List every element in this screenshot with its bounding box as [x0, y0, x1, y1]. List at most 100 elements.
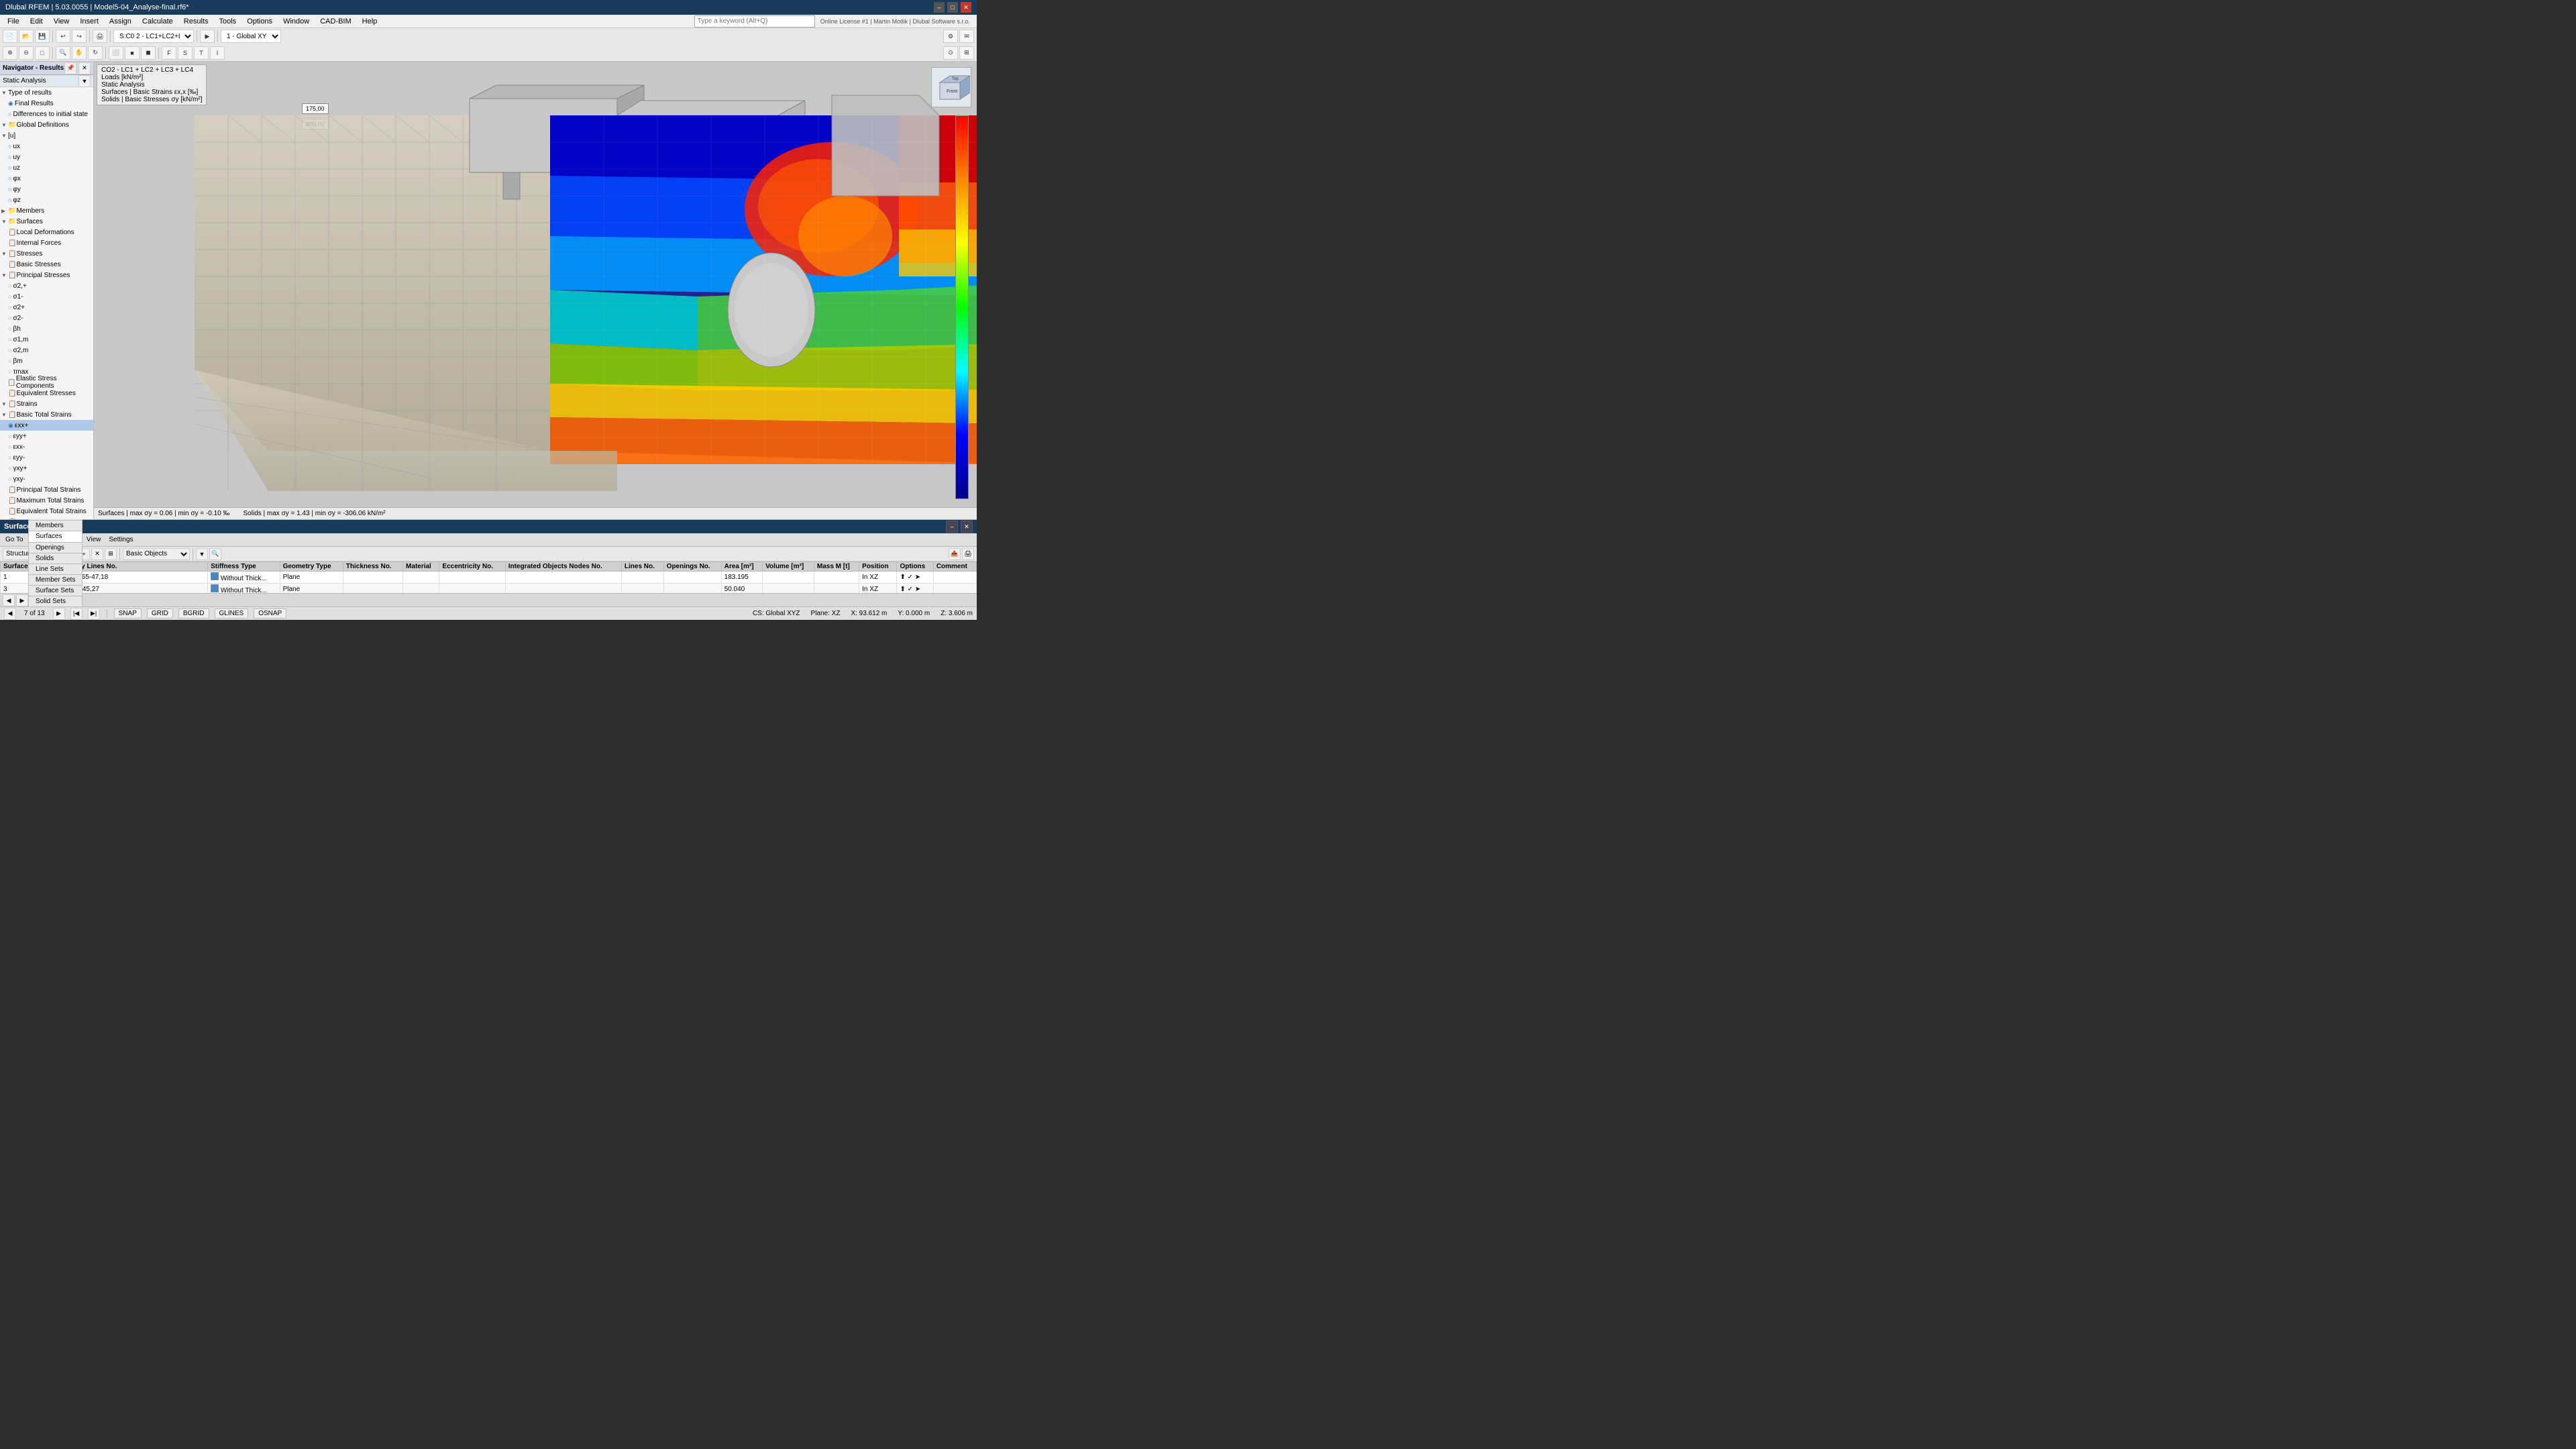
- col-stiff-type[interactable]: Stiffness Type: [208, 562, 280, 572]
- tab-prev-button[interactable]: ◀: [3, 594, 15, 606]
- basic-objects-dropdown[interactable]: Basic Objects: [123, 548, 190, 560]
- col-mass[interactable]: Mass M [t]: [814, 562, 859, 572]
- nav-eyy-minus[interactable]: ○εyy-: [0, 452, 93, 463]
- tb2-3[interactable]: □: [35, 46, 50, 60]
- col-options[interactable]: Options: [897, 562, 933, 572]
- tb2-snap[interactable]: ⊙: [943, 46, 958, 60]
- nav-sigma2m2[interactable]: ○σ2,m: [0, 345, 93, 356]
- tb2-rotate[interactable]: ↻: [88, 46, 103, 60]
- col-volume[interactable]: Volume [m³]: [763, 562, 814, 572]
- nav-equiv-total-strains[interactable]: 📋Equivalent Total Strains: [0, 506, 93, 517]
- menu-edit[interactable]: Edit: [25, 15, 48, 28]
- tb-undo[interactable]: ↩: [56, 30, 70, 43]
- nav-strains[interactable]: ▼ 📋 Strains: [0, 398, 93, 409]
- nav-local-deformations[interactable]: 📋 Local Deformations: [0, 227, 93, 237]
- viewport[interactable]: CO2 - LC1 + LC2 + LC3 + LC4 Loads [kN/m²…: [94, 62, 977, 519]
- nav-elastic-stress[interactable]: 📋Elastic Stress Components: [0, 377, 93, 388]
- nav-type-of-results[interactable]: ▼ Type of results: [0, 87, 93, 98]
- col-material[interactable]: Material: [403, 562, 439, 572]
- tb-loadcase-select[interactable]: S:C0 2 - LC1+LC2+LC3+LC4: [113, 30, 194, 43]
- bottom-tab-member-sets[interactable]: Member Sets: [28, 574, 83, 585]
- nav-basic-stresses[interactable]: 📋 Basic Stresses: [0, 259, 93, 270]
- osnap-button[interactable]: OSNAP: [254, 608, 286, 619]
- nav-phiy[interactable]: ○ φy: [0, 184, 93, 195]
- nav-members[interactable]: ▶ 📁 Members: [0, 205, 93, 216]
- surf-export[interactable]: 📤: [949, 548, 961, 560]
- status-last[interactable]: ▶|: [88, 608, 100, 620]
- nav-principal-total-strains[interactable]: 📋Principal Total Strains: [0, 484, 93, 495]
- nav-ux[interactable]: ○ ux: [0, 141, 93, 152]
- nav-sigma1m2[interactable]: ○σ1,m: [0, 334, 93, 345]
- orientation-cube[interactable]: Front Top: [931, 67, 971, 107]
- tb-save[interactable]: 💾: [35, 30, 50, 43]
- tb2-wireframe[interactable]: ⬜: [109, 46, 123, 60]
- bottom-tab-solids[interactable]: Solids: [28, 553, 83, 564]
- maximize-button[interactable]: □: [947, 2, 958, 13]
- menu-help[interactable]: Help: [358, 15, 382, 28]
- nav-betam[interactable]: ○βm: [0, 356, 93, 366]
- nav-sigma2p[interactable]: ○σ2+: [0, 302, 93, 313]
- bottom-tab-line-sets[interactable]: Line Sets: [28, 564, 83, 574]
- glines-button[interactable]: GLINES: [215, 608, 249, 619]
- tb2-front[interactable]: F: [162, 46, 176, 60]
- menu-insert[interactable]: Insert: [75, 15, 103, 28]
- nav-gxy-minus[interactable]: ○γxy-: [0, 474, 93, 484]
- tb-new[interactable]: 📄: [3, 30, 17, 43]
- nav-basic-total-strains[interactable]: ▼ 📋 Basic Total Strains: [0, 409, 93, 420]
- table-row[interactable]: 3 19-26,36-45,27 Without Thick... Plane …: [1, 584, 977, 594]
- close-button[interactable]: ✕: [961, 2, 971, 13]
- menu-file[interactable]: File: [3, 15, 24, 28]
- status-prev[interactable]: ◀: [4, 608, 16, 620]
- col-comment[interactable]: Comment: [933, 562, 976, 572]
- search-input[interactable]: [694, 15, 815, 28]
- nav-final-results[interactable]: ◉ Final Results: [0, 98, 93, 109]
- nav-differences[interactable]: ○ Differences to initial state: [0, 109, 93, 119]
- bottom-tab-surface-sets[interactable]: Surface Sets: [28, 585, 83, 596]
- bottom-tab-openings[interactable]: Openings: [28, 542, 83, 553]
- tb-coord-select[interactable]: 1 - Global XYZ: [221, 30, 281, 43]
- minimize-button[interactable]: –: [934, 2, 945, 13]
- grid-button[interactable]: GRID: [147, 608, 173, 619]
- bottom-tab-surfaces[interactable]: Surfaces: [28, 531, 83, 542]
- col-position[interactable]: Position: [859, 562, 897, 572]
- goto-label[interactable]: Go To: [3, 536, 26, 543]
- nav-phiz[interactable]: ○ φz: [0, 195, 93, 205]
- nav-phix[interactable]: ○ φx: [0, 173, 93, 184]
- surf-print[interactable]: 🖨: [962, 548, 974, 560]
- nav-surfaces[interactable]: ▼ 📁 Surfaces: [0, 216, 93, 227]
- nav-internal-forces[interactable]: 📋 Internal Forces: [0, 237, 93, 248]
- tb-print[interactable]: 🖨: [93, 30, 107, 43]
- nav-principal-stresses-surf[interactable]: ▼ 📋 Principal Stresses: [0, 270, 93, 280]
- bottom-tab-members[interactable]: Members: [28, 520, 83, 531]
- surf-copy[interactable]: ⊞: [105, 548, 117, 560]
- col-lines[interactable]: Lines No.: [621, 562, 663, 572]
- nav-contact-stresses[interactable]: 📋Contact Stresses: [0, 517, 93, 519]
- col-ecc[interactable]: Eccentricity No.: [439, 562, 505, 572]
- col-thickness[interactable]: Thickness No.: [343, 562, 402, 572]
- tb2-zoom[interactable]: 🔍: [56, 46, 70, 60]
- surfaces-close-button[interactable]: ✕: [961, 521, 973, 533]
- bgrid-button[interactable]: BGRID: [178, 608, 209, 619]
- nav-sigma2m[interactable]: ○σ2-: [0, 313, 93, 323]
- tb-extra-2[interactable]: ✉: [959, 30, 974, 43]
- col-geo-type[interactable]: Geometry Type: [280, 562, 343, 572]
- nav-u[interactable]: ▼ [u]: [0, 130, 93, 141]
- tb2-render[interactable]: ◼: [141, 46, 156, 60]
- menu-view[interactable]: View: [49, 15, 74, 28]
- tb2-grid[interactable]: ⊞: [959, 46, 974, 60]
- tb-view-select[interactable]: ▶: [200, 30, 215, 43]
- tb2-top[interactable]: T: [194, 46, 209, 60]
- settings-label[interactable]: Settings: [106, 536, 136, 543]
- nav-stresses[interactable]: ▼ 📋 Stresses: [0, 248, 93, 259]
- surf-filter[interactable]: ▼: [196, 548, 208, 560]
- nav-uy[interactable]: ○ uy: [0, 152, 93, 162]
- tb2-2[interactable]: ⊖: [19, 46, 34, 60]
- col-area[interactable]: Area [m²]: [721, 562, 762, 572]
- table-row[interactable]: 1 16,17,28,65-47,18 Without Thick... Pla…: [1, 572, 977, 584]
- menu-results[interactable]: Results: [179, 15, 213, 28]
- surfaces-minimize-button[interactable]: –: [946, 521, 958, 533]
- nav-betah[interactable]: ○βh: [0, 323, 93, 334]
- menu-calculate[interactable]: Calculate: [138, 15, 178, 28]
- nav-sub-btn[interactable]: ▼: [78, 75, 91, 87]
- tb2-1[interactable]: ⊕: [3, 46, 17, 60]
